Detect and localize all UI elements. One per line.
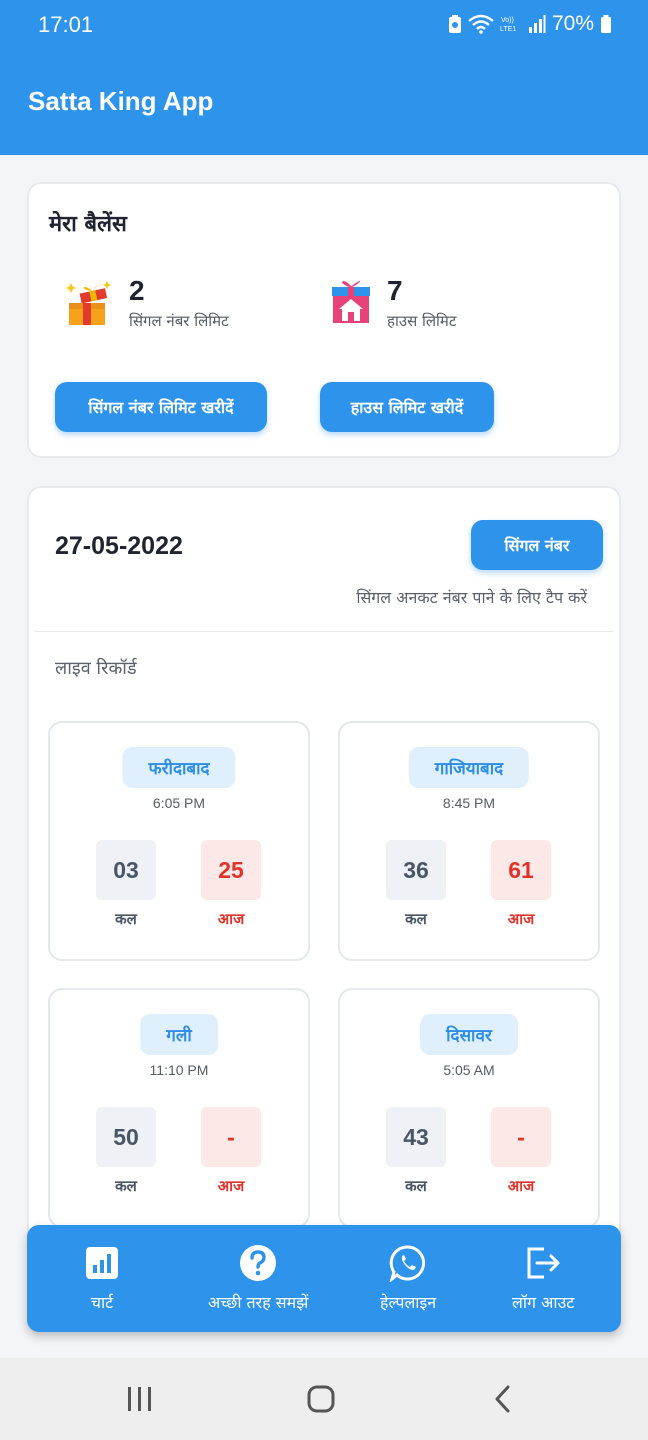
wifi-icon <box>468 14 494 34</box>
single-limit-value: 2 <box>129 275 145 306</box>
live-record-label: लाइव रिकॉर्ड <box>55 658 137 679</box>
yesterday-result: 50 <box>96 1107 156 1167</box>
house-limit-label: हाउस लिमिट <box>387 311 457 330</box>
today-label: आज <box>217 910 245 928</box>
buy-house-limit-button[interactable]: हाउस लिमिट खरीदें <box>320 382 494 432</box>
battery-percent: 70% <box>551 12 594 35</box>
market-name: दिसावर <box>420 1014 518 1055</box>
yesterday-result: 36 <box>386 840 446 900</box>
nav-helpline[interactable]: हेल्पलाइन <box>380 1243 436 1313</box>
market-time: 5:05 AM <box>443 1062 495 1078</box>
market-name: फरीदाबाद <box>122 747 236 788</box>
home-icon[interactable] <box>306 1384 336 1418</box>
market-time: 8:45 PM <box>442 795 496 811</box>
system-nav-bar <box>0 1358 648 1440</box>
single-limit-label: सिंगल नंबर लिमिट <box>129 311 229 330</box>
chart-icon <box>82 1243 122 1283</box>
yesterday-result: 03 <box>96 840 156 900</box>
nav-helpline-label: हेल्पलाइन <box>380 1293 437 1312</box>
logout-icon <box>523 1243 563 1283</box>
battery-icon <box>601 15 611 33</box>
market-card-disawar[interactable]: दिसावर 5:05 AM 43 - कल आज <box>338 988 600 1228</box>
yesterday-label: कल <box>115 910 137 928</box>
market-card-gali[interactable]: गली 11:10 PM 50 - कल आज <box>48 988 310 1228</box>
app-bar: 17:01 Vo)) LTE1 70% Satta King App <box>0 0 648 155</box>
yesterday-label: कल <box>405 910 427 928</box>
gift-icon <box>65 281 112 326</box>
today-label: आज <box>507 910 535 928</box>
svg-text:LTE1: LTE1 <box>500 26 516 33</box>
today-result: 25 <box>201 840 261 900</box>
nav-chart-label: चार्ट <box>90 1293 114 1312</box>
today-result: 61 <box>491 840 551 900</box>
balance-title: मेरा बैलेंस <box>49 212 127 237</box>
today-result: - <box>201 1107 261 1167</box>
house-limit: 7 हाउस लिमिट <box>329 275 457 331</box>
divider <box>35 631 613 632</box>
single-number-button[interactable]: सिंगल नंबर <box>471 520 603 570</box>
market-time: 11:10 PM <box>149 1062 209 1078</box>
bottom-nav: चार्ट अच्छी तरह समझें हेल्पलाइन लॉग आउट <box>27 1225 621 1332</box>
single-number-hint: सिंगल अनकट नंबर पाने के लिए टैप करें <box>356 588 587 607</box>
nav-chart[interactable]: चार्ट <box>82 1243 122 1313</box>
volte-icon: Vo)) LTE1 <box>500 17 516 33</box>
nav-understand[interactable]: अच्छी तरह समझें <box>208 1243 308 1313</box>
buy-single-limit-button[interactable]: सिंगल नंबर लिमिट खरीदें <box>55 382 267 432</box>
market-card-ghaziabad[interactable]: गाजियाबाद 8:45 PM 36 61 कल आज <box>338 721 600 961</box>
recent-apps-icon[interactable] <box>126 1384 154 1418</box>
battery-saver-icon <box>448 15 461 33</box>
market-card-faridabad[interactable]: फरीदाबाद 6:05 PM 03 25 कल आज <box>48 721 310 961</box>
house-limit-value: 7 <box>387 275 403 306</box>
today-result: - <box>491 1107 551 1167</box>
signal-icon <box>528 15 546 33</box>
yesterday-label: कल <box>115 1177 137 1195</box>
nav-logout[interactable]: लॉग आउट <box>512 1243 574 1313</box>
today-label: आज <box>507 1177 535 1195</box>
svg-text:Vo)): Vo)) <box>501 17 514 24</box>
help-icon <box>238 1243 278 1283</box>
yesterday-label: कल <box>405 1177 427 1195</box>
balance-card: मेरा बैलेंस 2 सिंगल नंबर लिमिट 7 हाउस लि… <box>27 182 621 458</box>
single-limit: 2 सिंगल नंबर लिमिट <box>63 275 229 331</box>
current-date: 27-05-2022 <box>55 532 183 560</box>
status-time: 17:01 <box>38 12 94 37</box>
app-title: Satta King App <box>28 86 214 116</box>
market-time: 6:05 PM <box>152 795 206 811</box>
market-name: गली <box>140 1014 218 1055</box>
nav-understand-label: अच्छी तरह समझें <box>208 1293 309 1312</box>
market-name: गाजियाबाद <box>408 747 530 788</box>
nav-logout-label: लॉग आउट <box>512 1293 575 1312</box>
yesterday-result: 43 <box>386 1107 446 1167</box>
today-label: आज <box>217 1177 245 1195</box>
whatsapp-icon <box>388 1243 428 1283</box>
back-icon[interactable] <box>492 1384 514 1418</box>
gift-house-icon <box>332 281 370 324</box>
status-icons: Vo)) LTE1 70% <box>448 12 612 36</box>
